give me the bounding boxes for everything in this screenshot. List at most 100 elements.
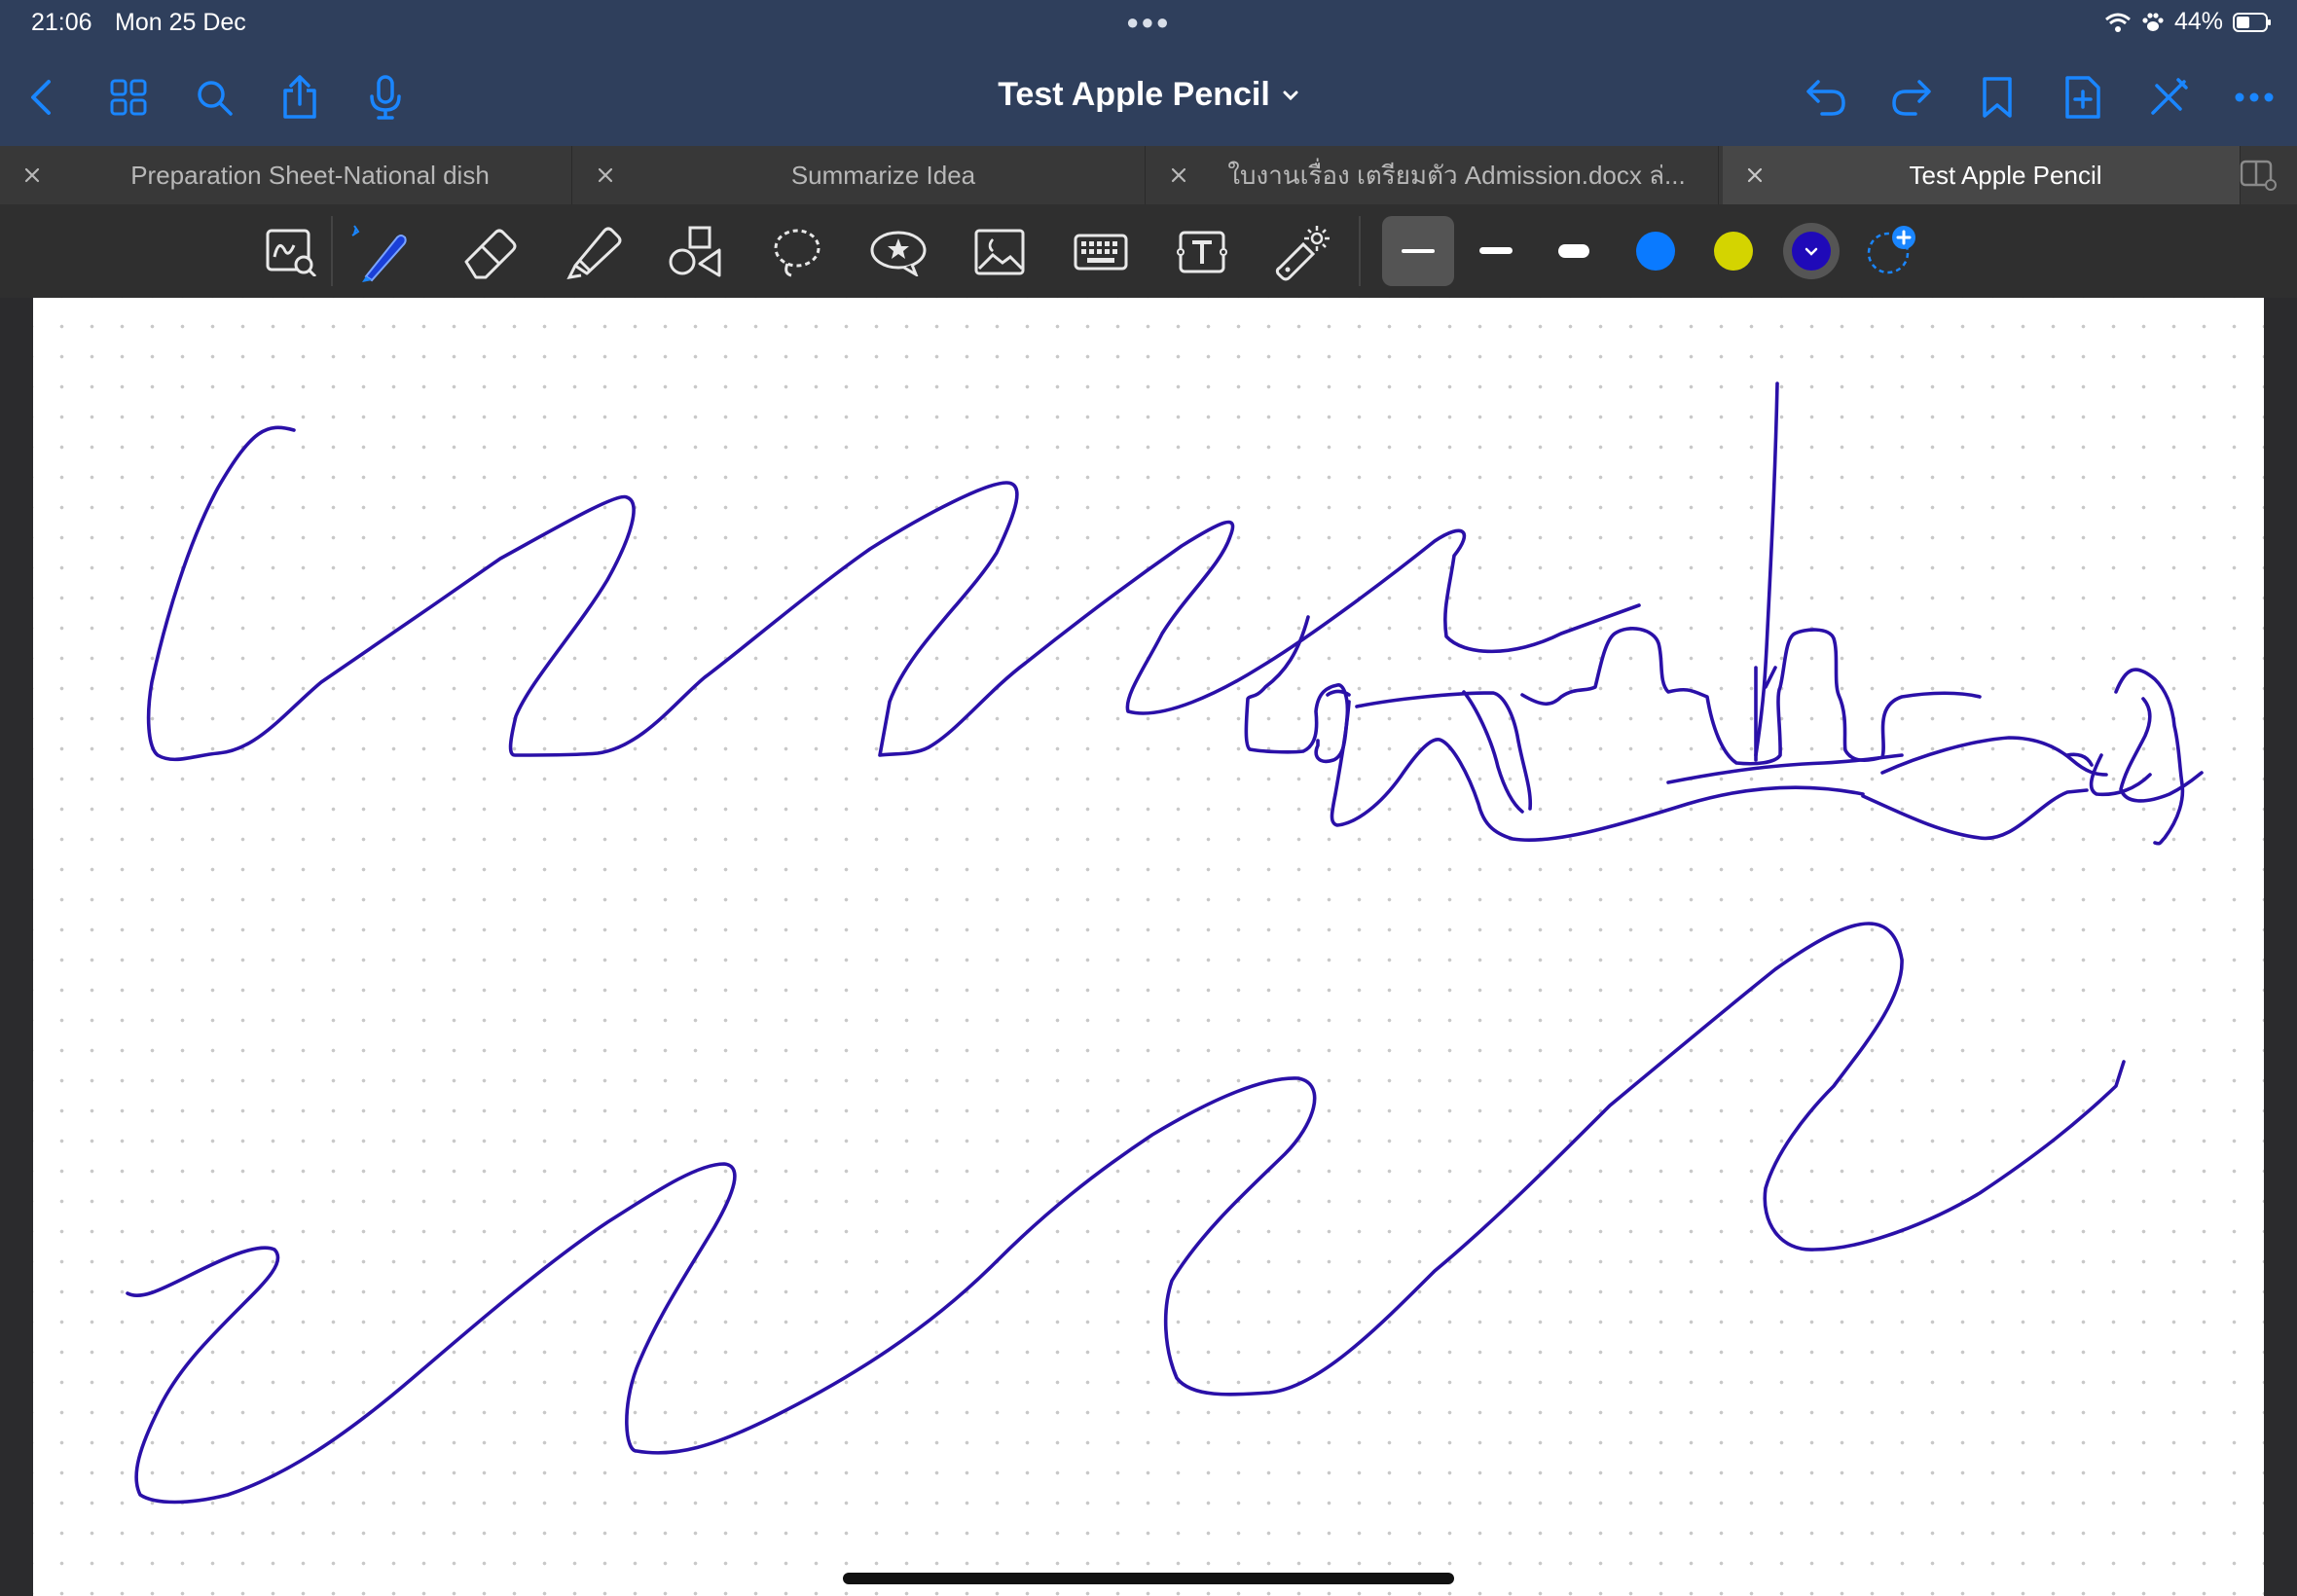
grid-icon — [110, 79, 147, 116]
microphone-icon — [370, 75, 401, 120]
battery-percent: 44% — [2173, 8, 2223, 35]
split-view-button[interactable] — [2239, 158, 2278, 193]
zoom-window-button[interactable] — [257, 218, 325, 286]
color-swatch-yellow[interactable] — [1714, 232, 1753, 271]
shapes-tool-button[interactable] — [662, 218, 730, 286]
tab-close-button[interactable] — [1164, 161, 1193, 190]
ink-stroke — [1326, 689, 1351, 697]
highlighter-icon — [566, 227, 622, 279]
document-title: Test Apple Pencil — [998, 76, 1270, 113]
color-swatch-blue[interactable] — [1636, 232, 1675, 271]
split-view-icon — [2240, 160, 2277, 191]
keyboard-icon — [1074, 234, 1128, 271]
ink-stroke — [1355, 691, 1533, 811]
close-icon — [1171, 167, 1186, 183]
add-color-icon — [1867, 226, 1915, 274]
sticker-icon — [870, 231, 927, 276]
microphone-button[interactable] — [358, 70, 413, 125]
stroke-width-medium-button[interactable] — [1460, 216, 1532, 286]
stroke-medium-preview — [1479, 247, 1513, 254]
document-tabbar: Preparation Sheet-National dish Summariz… — [0, 146, 2297, 204]
share-button[interactable] — [273, 70, 327, 125]
status-time: 21:06 — [31, 9, 92, 36]
pen-icon — [351, 225, 407, 282]
sticker-tool-button[interactable] — [864, 218, 932, 286]
redo-icon — [1892, 80, 1931, 116]
tab-close-button[interactable] — [1740, 161, 1769, 190]
more-button[interactable] — [2227, 70, 2281, 125]
ink-stroke — [1330, 700, 1865, 843]
eraser-tool-button[interactable] — [457, 218, 526, 286]
shapes-icon — [669, 226, 721, 277]
chevron-down-icon — [1283, 91, 1298, 100]
laser-pointer-icon — [1275, 226, 1330, 281]
tab-label: Test Apple Pencil — [1909, 160, 2102, 190]
tab-test-apple-pencil[interactable]: Test Apple Pencil — [1723, 146, 2241, 204]
text-box-icon — [1177, 231, 1227, 273]
tab-summarize-idea[interactable]: Summarize Idea — [573, 146, 1146, 204]
ink-stroke — [1861, 788, 2089, 841]
undo-button[interactable] — [1799, 70, 1853, 125]
chevron-down-icon — [1805, 247, 1818, 256]
home-indicator[interactable] — [843, 1573, 1454, 1584]
stroke-width-thick-button[interactable] — [1538, 216, 1610, 286]
stroke-thin-preview — [1402, 249, 1435, 253]
laser-pointer-tool-button[interactable] — [1269, 218, 1337, 286]
close-icon — [24, 167, 40, 183]
zoom-window-icon — [266, 229, 317, 276]
stroke-width-thin-button[interactable] — [1382, 216, 1454, 286]
tab-label: Preparation Sheet-National dish — [130, 160, 490, 190]
highlighter-tool-button[interactable] — [561, 218, 629, 286]
ink-stroke — [1462, 690, 1524, 814]
image-icon — [974, 229, 1025, 275]
ink-stroke — [2114, 668, 2185, 846]
bookmark-icon — [1983, 77, 2012, 118]
title-wrapper: Test Apple Pencil — [0, 76, 2297, 114]
ink-stroke — [1764, 666, 1777, 689]
wifi-icon — [2104, 13, 2131, 32]
search-icon — [198, 81, 233, 116]
handwriting-strokes — [126, 381, 2204, 1505]
bookmark-button[interactable] — [1970, 70, 2024, 125]
document-title-button[interactable]: Test Apple Pencil — [998, 76, 1299, 114]
pencil-cross-icon — [2151, 78, 2188, 115]
redo-button[interactable] — [1884, 70, 1939, 125]
share-icon — [283, 75, 316, 119]
tab-admission-worksheet[interactable]: ใบงานเรื่อง เตรียมตัว Admission.docx ล่.… — [1147, 146, 1719, 204]
eraser-icon — [464, 229, 517, 279]
add-page-button[interactable] — [2056, 70, 2110, 125]
status-date: Mon 25 Dec — [115, 9, 246, 36]
tab-label: Summarize Idea — [790, 160, 976, 190]
grid-view-button[interactable] — [101, 70, 156, 125]
lasso-icon — [774, 229, 820, 277]
tab-preparation-sheet[interactable]: Preparation Sheet-National dish — [0, 146, 572, 204]
search-button[interactable] — [187, 70, 241, 125]
tab-close-button[interactable] — [591, 161, 620, 190]
pencil-mode-button[interactable] — [2141, 70, 2196, 125]
more-icon — [2235, 92, 2274, 102]
toolbar-separator — [1359, 216, 1361, 286]
status-right-group: 44% — [2104, 8, 2272, 36]
text-box-tool-button[interactable] — [1168, 218, 1236, 286]
ink-stroke — [126, 922, 2126, 1505]
note-page-canvas[interactable] — [33, 298, 2264, 1596]
ink-stroke — [146, 425, 1641, 762]
image-tool-button[interactable] — [966, 218, 1034, 286]
close-icon — [598, 167, 613, 183]
keyboard-tool-button[interactable] — [1067, 218, 1135, 286]
add-color-button[interactable] — [1861, 224, 1919, 282]
color-swatch-indigo-selected[interactable] — [1783, 223, 1840, 279]
tab-close-button[interactable] — [18, 161, 47, 190]
add-page-icon — [2065, 76, 2100, 119]
ink-stroke — [1244, 615, 1350, 764]
battery-icon — [2233, 12, 2271, 32]
lasso-tool-button[interactable] — [763, 218, 831, 286]
multitasking-dots-icon[interactable]: ●●● — [1126, 10, 1171, 35]
paw-icon — [2142, 12, 2164, 31]
drawing-toolbar — [0, 204, 2297, 298]
back-button[interactable] — [14, 70, 68, 125]
ink-stroke — [1520, 627, 1982, 766]
pen-tool-button[interactable] — [346, 218, 415, 286]
stroke-thick-preview — [1558, 244, 1589, 258]
ink-stroke — [1754, 381, 1779, 757]
